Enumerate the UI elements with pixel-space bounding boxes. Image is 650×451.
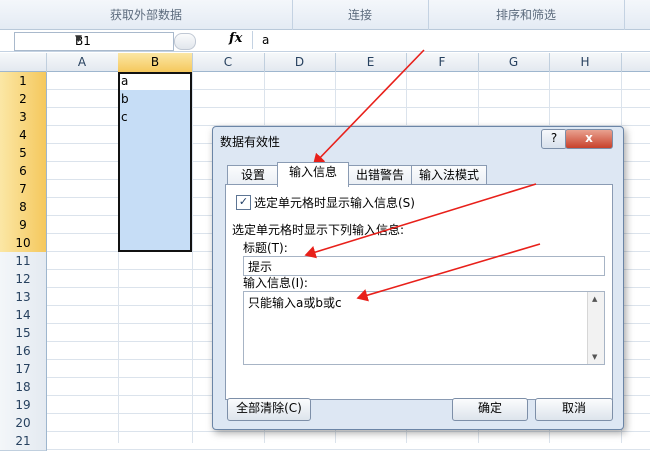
arrow-to-message-field <box>356 243 541 302</box>
arrow-to-input-tab <box>312 49 425 166</box>
tab-input-message[interactable]: 输入信息 <box>277 162 349 187</box>
arrow-to-title-field <box>304 183 537 259</box>
annotation-arrows <box>304 49 541 302</box>
